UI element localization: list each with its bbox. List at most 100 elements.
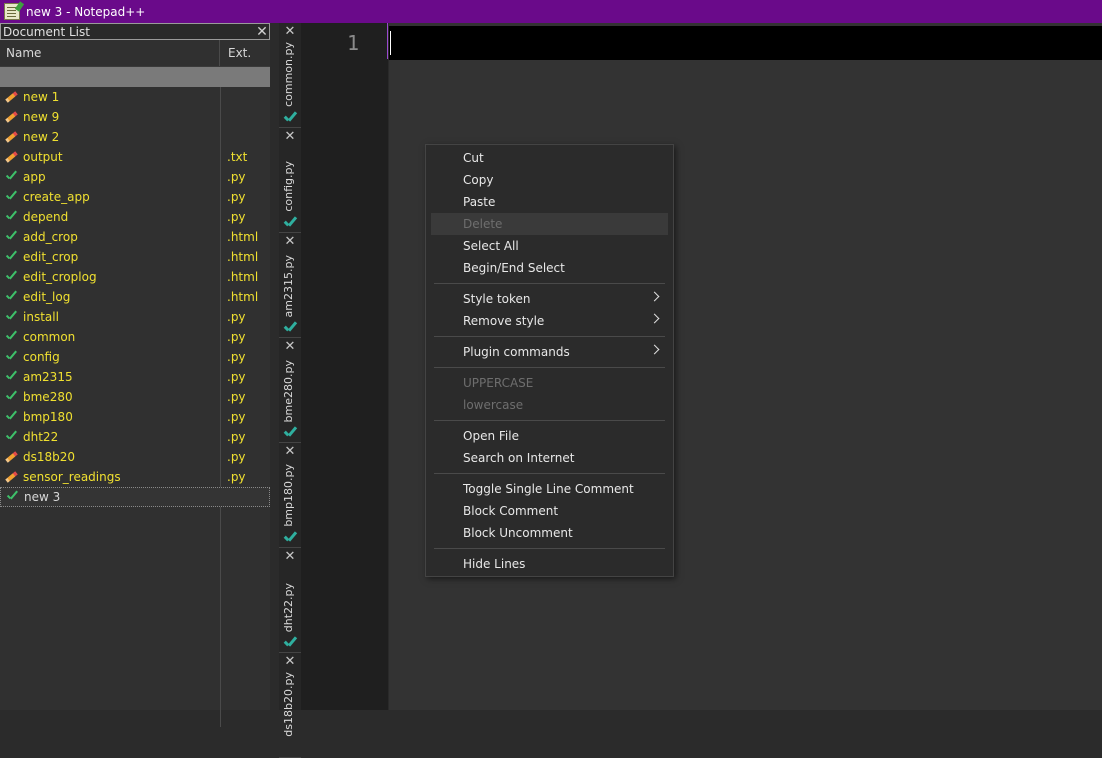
document-list-item[interactable]: ds18b20 .py	[0, 447, 270, 467]
document-list-item[interactable]: common .py	[0, 327, 270, 347]
check-icon	[5, 330, 19, 344]
menu-item-toggle-single-line-comment[interactable]: Toggle Single Line Comment	[431, 478, 668, 500]
document-list-item[interactable]: new 2	[0, 127, 270, 147]
notepad-app-icon	[4, 3, 20, 20]
file-tab[interactable]: ✕ bme280.py	[279, 338, 301, 443]
document-ext: .py	[227, 450, 246, 464]
document-list-item[interactable]: sensor_readings .py	[0, 467, 270, 487]
document-list-item[interactable]: edit_log .html	[0, 287, 270, 307]
tab-close-icon[interactable]: ✕	[279, 655, 301, 669]
close-icon[interactable]: ✕	[255, 25, 269, 39]
document-ext: .txt	[227, 150, 248, 164]
document-list-item[interactable]: app .py	[0, 167, 270, 187]
document-list-item[interactable]: output .txt	[0, 147, 270, 167]
menu-item-plugin-commands[interactable]: Plugin commands	[431, 341, 668, 363]
menu-item-label: Hide Lines	[463, 557, 526, 571]
menu-separator	[434, 367, 665, 368]
menu-item-begin-end-select[interactable]: Begin/End Select	[431, 257, 668, 279]
check-icon	[5, 170, 19, 184]
context-menu: Cut Copy Paste Delete Select All Begin/End Se…	[425, 144, 674, 577]
document-list-item[interactable]: new 9	[0, 107, 270, 127]
menu-item-label: Toggle Single Line Comment	[463, 482, 634, 496]
tab-close-icon[interactable]: ✕	[279, 445, 301, 459]
tab-label: bme280.py	[282, 359, 295, 422]
current-line-highlight	[389, 26, 1102, 60]
menu-item-copy[interactable]: Copy	[431, 169, 668, 191]
menu-item-select-all[interactable]: Select All	[431, 235, 668, 257]
menu-item-block-uncomment[interactable]: Block Uncomment	[431, 522, 668, 544]
document-list-item[interactable]: bmp180 .py	[0, 407, 270, 427]
menu-separator	[434, 473, 665, 474]
document-list-item[interactable]: new 1	[0, 87, 270, 107]
document-ext: .html	[227, 250, 259, 264]
vertical-tab-bar: ✕ common.py ✕ config.py ✕ am2315.py ✕ bme280.py…	[279, 23, 301, 758]
pencil-icon	[5, 130, 19, 144]
menu-item-label: Plugin commands	[463, 345, 570, 359]
column-header-ext[interactable]: Ext.	[220, 46, 251, 60]
document-list-item[interactable]: config .py	[0, 347, 270, 367]
document-list-item[interactable]: install .py	[0, 307, 270, 327]
menu-item-label: Select All	[463, 239, 519, 253]
document-list-item[interactable]: create_app .py	[0, 187, 270, 207]
document-ext: .py	[227, 430, 246, 444]
saved-check-icon	[283, 425, 297, 439]
document-ext: .html	[227, 230, 259, 244]
document-list-item[interactable]: bme280 .py	[0, 387, 270, 407]
menu-item-open-file[interactable]: Open File	[431, 425, 668, 447]
check-icon	[5, 230, 19, 244]
saved-check-icon	[283, 635, 297, 649]
menu-item-label: Begin/End Select	[463, 261, 565, 275]
tab-close-icon[interactable]: ✕	[279, 340, 301, 354]
tab-close-icon[interactable]: ✕	[279, 130, 301, 144]
tab-label: ds18b20.py	[282, 672, 295, 737]
title-bar: new 3 - Notepad++	[0, 0, 1102, 23]
document-name: edit_croplog	[23, 270, 97, 284]
document-list-filter-row[interactable]	[0, 67, 270, 87]
saved-check-icon	[283, 530, 297, 544]
tab-close-icon[interactable]: ✕	[279, 550, 301, 564]
column-header-name[interactable]: Name	[0, 40, 220, 66]
menu-item-remove-style[interactable]: Remove style	[431, 310, 668, 332]
document-ext: .py	[227, 370, 246, 384]
file-tab[interactable]: ✕ common.py	[279, 23, 301, 128]
menu-item-label: Search on Internet	[463, 451, 575, 465]
document-ext: .py	[227, 210, 246, 224]
menu-item-hide-lines[interactable]: Hide Lines	[431, 553, 668, 575]
document-name: new 2	[23, 130, 60, 144]
check-icon	[5, 210, 19, 224]
pencil-icon	[5, 90, 19, 104]
document-list-item[interactable]: edit_croplog .html	[0, 267, 270, 287]
menu-separator	[434, 548, 665, 549]
menu-item-paste[interactable]: Paste	[431, 191, 668, 213]
check-icon	[5, 370, 19, 384]
menu-item-style-token[interactable]: Style token	[431, 288, 668, 310]
file-tab[interactable]: ✕ ds18b20.py	[279, 653, 301, 758]
document-list-item[interactable]: new 3	[0, 487, 270, 507]
menu-item-block-comment[interactable]: Block Comment	[431, 500, 668, 522]
document-list-item[interactable]: am2315 .py	[0, 367, 270, 387]
pencil-icon	[5, 150, 19, 164]
menu-item-search-on-internet[interactable]: Search on Internet	[431, 447, 668, 469]
document-name: bme280	[23, 390, 73, 404]
check-icon	[5, 290, 19, 304]
check-icon	[5, 350, 19, 364]
tab-close-icon[interactable]: ✕	[279, 25, 301, 39]
document-name: app	[23, 170, 46, 184]
menu-separator	[434, 283, 665, 284]
document-list-panel: Document List ✕ Name Ext. new 1 new 9 new …	[0, 23, 270, 727]
document-list-item[interactable]: edit_crop .html	[0, 247, 270, 267]
tab-close-icon[interactable]: ✕	[279, 235, 301, 249]
file-tab[interactable]: ✕ dht22.py	[279, 548, 301, 653]
document-list-item[interactable]: add_crop .html	[0, 227, 270, 247]
file-tab[interactable]: ✕ config.py	[279, 128, 301, 233]
file-tab[interactable]: ✕ bmp180.py	[279, 443, 301, 548]
file-tab[interactable]: ✕ am2315.py	[279, 233, 301, 338]
document-name: sensor_readings	[23, 470, 121, 484]
document-list-item[interactable]: depend .py	[0, 207, 270, 227]
document-list-item[interactable]: dht22 .py	[0, 427, 270, 447]
menu-item-label: UPPERCASE	[463, 376, 534, 390]
menu-item-label: Open File	[463, 429, 519, 443]
document-ext: .html	[227, 290, 259, 304]
document-name: install	[23, 310, 59, 324]
menu-item-cut[interactable]: Cut	[431, 147, 668, 169]
